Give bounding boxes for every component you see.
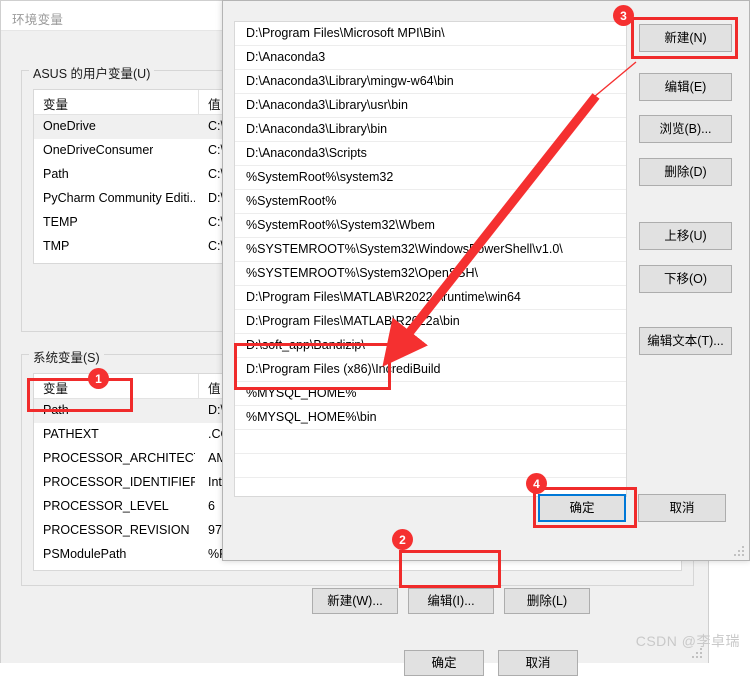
user-variables-group-label: ASUS 的用户变量(U): [29, 63, 155, 82]
path-list-item-label: D:\Anaconda3\Library\bin: [246, 122, 388, 136]
path-list-rows: D:\Program Files\Microsoft MPI\Bin\ D:\An…: [235, 22, 626, 478]
user-variable-name: OneDrive: [43, 119, 96, 133]
path-list-item-label: D:\Program Files (x86)\IncrediBuild: [246, 362, 441, 376]
path-cancel-button[interactable]: 取消: [638, 494, 726, 522]
path-list-item-label: %SystemRoot%\system32: [246, 170, 394, 184]
system-variable-name: PROCESSOR_IDENTIFIER: [43, 475, 195, 489]
path-list-item-label: %MYSQL_HOME%\bin: [246, 410, 377, 424]
path-list-item-label: %SYSTEMROOT%\System32\WindowsPowerShell\…: [246, 242, 563, 256]
env-ok-button[interactable]: 确定: [404, 650, 484, 676]
system-edit-button[interactable]: 编辑(I)...: [408, 588, 494, 614]
system-delete-button[interactable]: 删除(L): [504, 588, 590, 614]
path-list-item[interactable]: %MYSQL_HOME%\bin: [235, 406, 626, 430]
path-edit-button[interactable]: 编辑(E): [639, 73, 732, 101]
system-variable-name: PROCESSOR_ARCHITECT...: [43, 451, 195, 465]
path-list-item[interactable]: %SYSTEMROOT%\System32\WindowsPowerShell\…: [235, 238, 626, 262]
path-ok-button[interactable]: 确定: [538, 494, 626, 522]
path-edit-text-button[interactable]: 编辑文本(T)...: [639, 327, 732, 355]
path-list-item-label: D:\Anaconda3\Scripts: [246, 146, 367, 160]
path-move-up-button[interactable]: 上移(U): [639, 222, 732, 250]
path-list-item[interactable]: D:\soft_app\Bandizip\: [235, 334, 626, 358]
path-list-item[interactable]: D:\Anaconda3: [235, 46, 626, 70]
path-list-item[interactable]: D:\Program Files\MATLAB\R2022a\bin: [235, 310, 626, 334]
path-browse-button[interactable]: 浏览(B)...: [639, 115, 732, 143]
path-list-item[interactable]: D:\Anaconda3\Library\usr\bin: [235, 94, 626, 118]
system-variable-name: PSModulePath: [43, 547, 127, 561]
path-move-down-button[interactable]: 下移(O): [639, 265, 732, 293]
env-dialog-title: 环境变量: [12, 13, 64, 27]
path-list-item[interactable]: D:\Anaconda3\Library\bin: [235, 118, 626, 142]
system-variables-group-label: 系统变量(S): [29, 347, 104, 366]
user-variable-name: PyCharm Community Editi...: [43, 191, 195, 205]
edit-dialog-resize-grip[interactable]: [734, 546, 746, 558]
system-table-col-value: 值: [208, 382, 221, 396]
edit-environment-variable-dialog: D:\Program Files\Microsoft MPI\Bin\ D:\An…: [222, 0, 750, 561]
user-table-col-name: 变量: [43, 98, 69, 112]
path-list-item-label: D:\Anaconda3\Library\usr\bin: [246, 98, 408, 112]
path-list-item[interactable]: %SystemRoot%: [235, 190, 626, 214]
path-list-item-label: D:\soft_app\Bandizip\: [246, 338, 365, 352]
path-new-button[interactable]: 新建(N): [639, 24, 732, 52]
system-variable-name: PATHEXT: [43, 427, 99, 441]
path-list[interactable]: D:\Program Files\Microsoft MPI\Bin\ D:\An…: [234, 21, 627, 497]
user-variable-name: TEMP: [43, 215, 78, 229]
system-variable-name: PROCESSOR_REVISION: [43, 523, 190, 537]
path-list-item-label: D:\Anaconda3: [246, 50, 326, 64]
path-list-item-label: D:\Program Files\Microsoft MPI\Bin\: [246, 26, 445, 40]
path-list-item-label: %SystemRoot%: [246, 194, 337, 208]
env-cancel-button[interactable]: 取消: [498, 650, 578, 676]
system-variable-name: PROCESSOR_LEVEL: [43, 499, 169, 513]
system-table-col-name: 变量: [43, 382, 69, 396]
system-table-col-divider[interactable]: [198, 374, 199, 399]
system-variable-name: Path: [43, 403, 69, 417]
path-list-item-label: D:\Program Files\MATLAB\R2022a\bin: [246, 314, 460, 328]
watermark: CSDN @李卓瑞: [635, 633, 740, 649]
user-variable-name: Path: [43, 167, 69, 181]
user-table-col-value: 值: [208, 98, 221, 112]
path-list-item-label: D:\Anaconda3\Library\mingw-w64\bin: [246, 74, 454, 88]
user-variable-name: OneDriveConsumer: [43, 143, 154, 157]
path-list-item[interactable]: D:\Anaconda3\Library\mingw-w64\bin: [235, 70, 626, 94]
user-variable-name: TMP: [43, 239, 70, 253]
system-variable-value: 6: [208, 499, 215, 513]
path-list-item-label: D:\Program Files\MATLAB\R2022a\runtime\w…: [246, 290, 521, 304]
path-list-item[interactable]: D:\Anaconda3\Scripts: [235, 142, 626, 166]
path-list-item[interactable]: [235, 454, 626, 478]
path-list-item[interactable]: [235, 430, 626, 454]
path-list-item-label: %SYSTEMROOT%\System32\OpenSSH\: [246, 266, 479, 280]
path-list-item[interactable]: D:\Program Files\Microsoft MPI\Bin\: [235, 22, 626, 46]
path-list-item[interactable]: %SYSTEMROOT%\System32\OpenSSH\: [235, 262, 626, 286]
path-list-item-label: %MYSQL_HOME%: [246, 386, 357, 400]
path-list-item[interactable]: D:\Program Files\MATLAB\R2022a\runtime\w…: [235, 286, 626, 310]
path-list-item[interactable]: %MYSQL_HOME%: [235, 382, 626, 406]
path-list-item[interactable]: D:\Program Files (x86)\IncrediBuild: [235, 358, 626, 382]
path-list-item[interactable]: %SystemRoot%\system32: [235, 166, 626, 190]
path-delete-button[interactable]: 删除(D): [639, 158, 732, 186]
path-list-item[interactable]: %SystemRoot%\System32\Wbem: [235, 214, 626, 238]
system-new-button[interactable]: 新建(W)...: [312, 588, 398, 614]
path-list-item-label: %SystemRoot%\System32\Wbem: [246, 218, 435, 232]
user-table-col-divider[interactable]: [198, 90, 199, 115]
